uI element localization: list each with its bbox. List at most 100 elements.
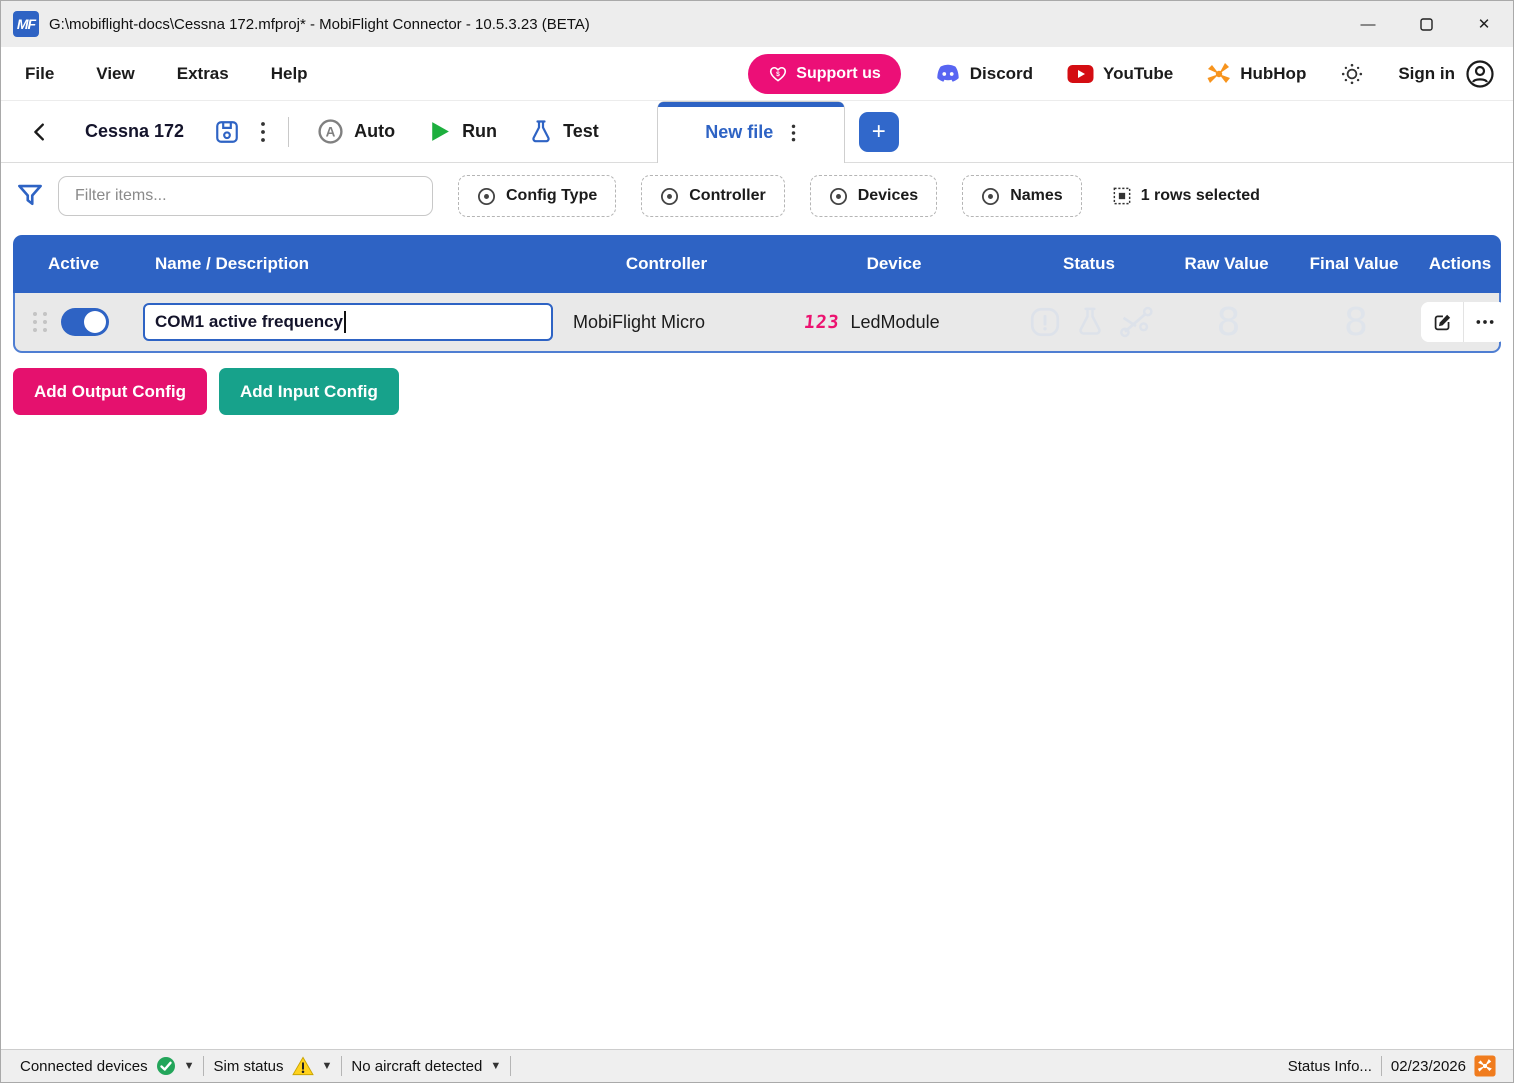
add-tab-button[interactable]: + — [859, 112, 899, 152]
filter-bar: Config Type Controller Devices Names 1 r… — [1, 163, 1513, 229]
flask-icon — [529, 119, 553, 145]
col-active: Active — [13, 254, 141, 274]
auto-button[interactable]: A Auto — [301, 118, 411, 145]
menu-help[interactable]: Help — [271, 64, 308, 84]
ellipsis-icon — [1475, 319, 1495, 325]
status-bar: Connected devices ▼ Sim status ▼ No airc… — [1, 1049, 1513, 1082]
menu-file[interactable]: File — [25, 64, 54, 84]
final-value-placeholder: 8 — [1291, 300, 1421, 344]
status-info-link[interactable]: Status Info... — [1279, 1058, 1381, 1075]
led-module-icon: 123 — [803, 312, 841, 333]
tab-menu-icon[interactable] — [791, 123, 796, 143]
toolbar-divider — [288, 117, 289, 147]
save-button[interactable] — [204, 119, 250, 145]
connected-devices-dropdown[interactable]: Connected devices ▼ — [11, 1056, 203, 1076]
config-table: Active Name / Description Controller Dev… — [13, 235, 1501, 353]
col-raw-value: Raw Value — [1164, 254, 1289, 274]
add-config-bar: Add Output Config Add Input Config — [13, 368, 1501, 415]
project-menu-button[interactable] — [250, 120, 276, 144]
hubhop-link[interactable]: HubHop — [1207, 62, 1306, 86]
status-precondition-icon — [1028, 305, 1062, 339]
row-actions — [1421, 302, 1506, 342]
close-button[interactable]: ✕ — [1455, 1, 1513, 47]
run-button[interactable]: Run — [411, 119, 513, 144]
table-header: Active Name / Description Controller Dev… — [13, 235, 1501, 293]
kebab-icon — [260, 120, 266, 144]
filter-chip-names[interactable]: Names — [962, 175, 1081, 217]
add-input-config-button[interactable]: Add Input Config — [219, 368, 399, 415]
filter-icon — [15, 181, 45, 211]
target-icon — [829, 187, 848, 206]
filter-chip-devices[interactable]: Devices — [810, 175, 938, 217]
warning-icon — [292, 1056, 314, 1076]
sun-icon — [1340, 62, 1364, 86]
app-logo-icon: MF — [13, 11, 39, 37]
raw-value-placeholder: 8 — [1166, 300, 1291, 344]
project-name: Cessna 172 — [85, 121, 184, 142]
user-avatar-icon — [1465, 59, 1495, 89]
empty-content-area — [1, 415, 1513, 1049]
active-toggle[interactable] — [61, 308, 109, 336]
rows-selected-indicator: 1 rows selected — [1113, 187, 1260, 205]
maximize-button[interactable] — [1397, 1, 1455, 47]
play-icon — [427, 119, 452, 144]
support-us-button[interactable]: $ Support us — [748, 54, 900, 94]
youtube-link[interactable]: YouTube — [1067, 64, 1173, 84]
save-icon — [214, 119, 240, 145]
minimize-button[interactable]: — — [1339, 1, 1397, 47]
filter-chip-controller[interactable]: Controller — [641, 175, 784, 217]
drag-handle[interactable] — [29, 312, 53, 332]
aircraft-status-dropdown[interactable]: No aircraft detected ▼ — [342, 1058, 510, 1075]
success-check-icon — [156, 1056, 176, 1076]
discord-icon — [935, 63, 961, 85]
col-actions: Actions — [1419, 254, 1501, 274]
filter-input[interactable] — [58, 176, 433, 216]
col-status: Status — [1014, 254, 1164, 274]
menu-view[interactable]: View — [96, 64, 134, 84]
edit-icon — [1432, 312, 1453, 333]
edit-row-button[interactable] — [1421, 302, 1463, 342]
discord-link[interactable]: Discord — [935, 63, 1033, 85]
svg-text:$: $ — [776, 71, 780, 78]
hubhop-update-icon — [1474, 1055, 1496, 1077]
name-description-input[interactable]: COM1 active frequency — [143, 303, 553, 341]
theme-toggle[interactable] — [1340, 62, 1364, 86]
chevron-left-icon — [29, 121, 51, 143]
hubhop-update-indicator[interactable]: 02/23/2026 — [1382, 1055, 1505, 1077]
row-status — [1016, 305, 1166, 339]
auto-icon: A — [317, 118, 344, 145]
col-final-value: Final Value — [1289, 254, 1419, 274]
add-output-config-button[interactable]: Add Output Config — [13, 368, 207, 415]
window-title: G:\mobiflight-docs\Cessna 172.mfproj* - … — [49, 16, 590, 33]
tab-new-file[interactable]: New file — [657, 101, 845, 163]
sign-in-button[interactable]: Sign in — [1398, 59, 1495, 89]
toolbar: Cessna 172 A Auto — [1, 101, 1513, 163]
back-button[interactable] — [19, 121, 61, 143]
menu-bar: File View Extras Help $ Support us Disco… — [1, 47, 1513, 101]
test-button[interactable]: Test — [513, 119, 615, 145]
chevron-down-icon: ▼ — [490, 1060, 501, 1072]
hubhop-icon — [1207, 62, 1231, 86]
text-cursor — [344, 311, 346, 333]
heart-dollar-icon: $ — [768, 64, 788, 84]
col-controller: Controller — [559, 254, 774, 274]
filter-chip-config-type[interactable]: Config Type — [458, 175, 616, 217]
maximize-icon — [1420, 18, 1433, 31]
table-row[interactable]: COM1 active frequency MobiFlight Micro 1… — [13, 293, 1501, 353]
status-test-icon — [1075, 305, 1105, 339]
youtube-icon — [1067, 64, 1094, 84]
menu-extras[interactable]: Extras — [177, 64, 229, 84]
target-icon — [981, 187, 1000, 206]
row-device: 123 LedModule — [776, 312, 1016, 333]
app-window: MF G:\mobiflight-docs\Cessna 172.mfproj*… — [0, 0, 1514, 1083]
svg-text:A: A — [326, 125, 336, 140]
title-bar: MF G:\mobiflight-docs\Cessna 172.mfproj*… — [1, 1, 1513, 47]
sim-status-dropdown[interactable]: Sim status ▼ — [204, 1056, 341, 1076]
chevron-down-icon: ▼ — [322, 1060, 333, 1072]
col-name-description: Name / Description — [141, 254, 559, 274]
target-icon — [477, 187, 496, 206]
target-icon — [660, 187, 679, 206]
col-device: Device — [774, 254, 1014, 274]
row-more-button[interactable] — [1464, 302, 1506, 342]
selection-icon — [1113, 187, 1131, 205]
